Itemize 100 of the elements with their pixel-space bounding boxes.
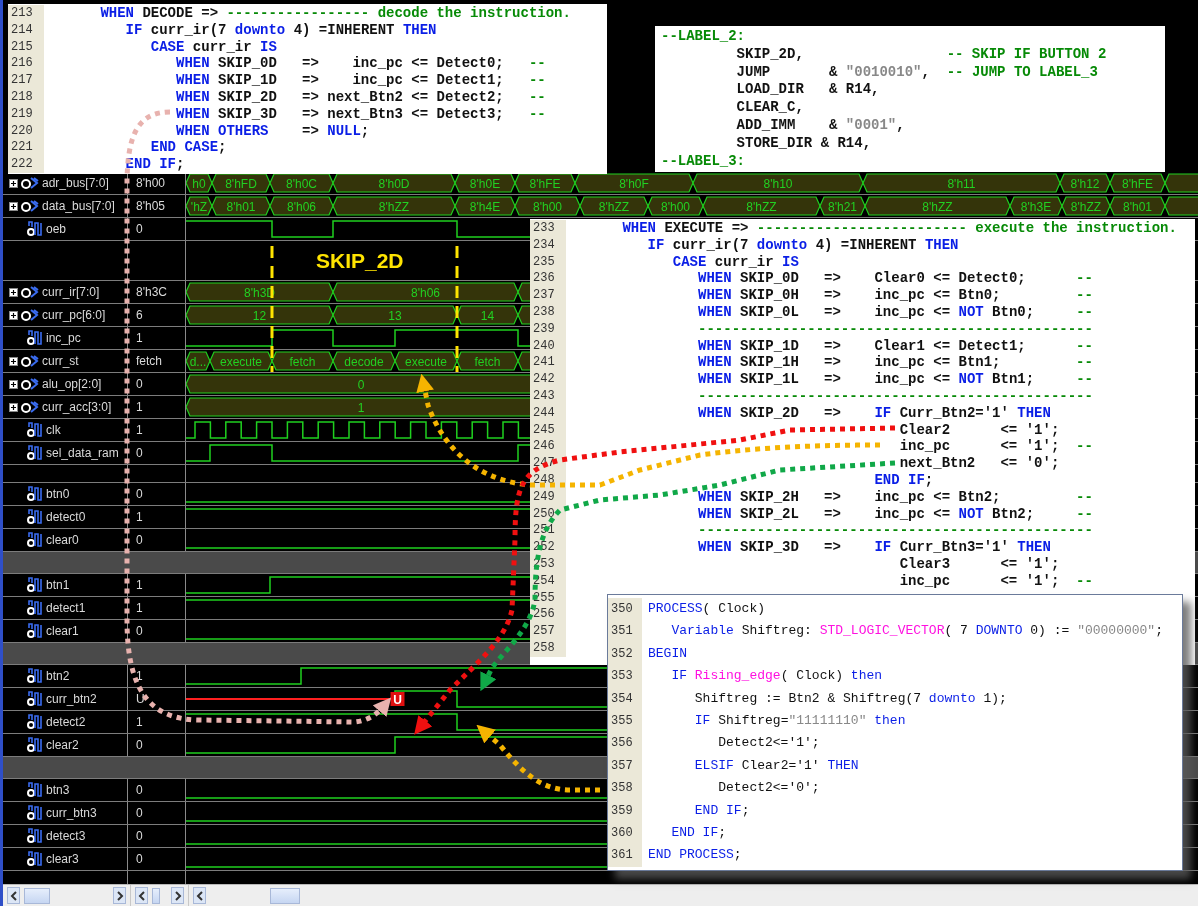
code-line: PROCESS( Clock) bbox=[647, 600, 766, 618]
line-number: 221 bbox=[8, 139, 44, 157]
line-number: 350 bbox=[608, 598, 642, 621]
bus-value: 8'h21 bbox=[819, 196, 866, 216]
code-line: ----------------------------------------------- bbox=[697, 320, 1093, 338]
bus-signal-icon bbox=[21, 198, 39, 214]
chevron-left-icon bbox=[195, 890, 204, 901]
signal-name: alu_op[2:0] bbox=[42, 377, 102, 391]
bus-value: 8'h0E bbox=[454, 173, 516, 193]
scroll-left-button[interactable] bbox=[135, 887, 148, 904]
bus-value: 1 bbox=[186, 397, 530, 417]
code-line: LOAD_DIR & R14, bbox=[735, 81, 880, 100]
signal-name: clk bbox=[46, 423, 61, 437]
bus-value: 8'h00 bbox=[514, 196, 581, 216]
line-number: 359 bbox=[608, 799, 642, 823]
signal-value: 1 bbox=[136, 601, 143, 615]
code-line: inc_pc <= '1'; -- bbox=[898, 572, 1093, 590]
scroll-left-button[interactable] bbox=[193, 887, 206, 904]
code-line: WHEN SKIP_0L => inc_pc <= NOT Btn0; -- bbox=[697, 304, 1093, 321]
code-line: ADD_IMM & "0001", bbox=[735, 117, 905, 135]
code-line: END CASE; bbox=[149, 139, 227, 157]
signal-name: data_bus[7:0] bbox=[42, 199, 115, 213]
signal-icon bbox=[27, 532, 43, 548]
code-line: Detect2<='0'; bbox=[717, 779, 820, 798]
bus-signal-icon bbox=[21, 307, 39, 323]
bus-value: d... bbox=[186, 351, 211, 371]
bus-signal-icon bbox=[21, 175, 39, 191]
signal-value: 0 bbox=[136, 806, 143, 820]
expand-icon[interactable] bbox=[9, 356, 18, 366]
code-line: Clear2 <= '1'; bbox=[898, 421, 1060, 439]
signal-name: detect0 bbox=[46, 510, 86, 524]
signal-icon bbox=[27, 668, 43, 684]
code-line: WHEN SKIP_2H => inc_pc <= Btn2; -- bbox=[697, 488, 1093, 506]
bus-value: 8'h4E bbox=[454, 196, 516, 216]
signal-icon bbox=[27, 714, 43, 730]
signal-name: btn1 bbox=[46, 578, 70, 592]
code-line: WHEN SKIP_3D => IF Curr_Btn3='1' THEN bbox=[697, 539, 1051, 556]
signal-value: 0 bbox=[136, 377, 143, 391]
signal-name: curr_btn2 bbox=[46, 692, 97, 706]
signal-value: 8'h05 bbox=[136, 199, 165, 213]
code-line: WHEN SKIP_0D => inc_pc <= Detect0; -- bbox=[175, 55, 546, 73]
bus-value: decode bbox=[332, 351, 396, 371]
scroll-thumb[interactable] bbox=[152, 887, 160, 904]
signal-value: 0 bbox=[136, 783, 143, 797]
code-line: END PROCESS; bbox=[647, 846, 742, 865]
signal-icon bbox=[27, 782, 43, 798]
signal-name: inc_pc bbox=[46, 331, 81, 345]
annotation-label: SKIP_2D bbox=[316, 248, 404, 273]
code-line: WHEN SKIP_0H => inc_pc <= Btn0; -- bbox=[697, 287, 1093, 304]
signal-name: clear2 bbox=[46, 738, 79, 752]
signal-icon bbox=[27, 509, 43, 525]
scroll-thumb[interactable] bbox=[270, 887, 300, 904]
signal-value: 1 bbox=[136, 578, 143, 592]
signal-icon bbox=[27, 486, 43, 502]
expand-icon[interactable] bbox=[9, 178, 18, 188]
code-line: IF curr_ir(7 downto 4) =INHERENT THEN bbox=[124, 21, 437, 39]
expand-icon[interactable] bbox=[9, 379, 18, 389]
undefined-marker: U bbox=[390, 692, 405, 707]
line-number: 216 bbox=[8, 55, 44, 73]
bus-value: 8'h00 bbox=[647, 196, 704, 216]
scroll-thumb[interactable] bbox=[24, 887, 50, 904]
scroll-left-button[interactable] bbox=[7, 887, 20, 904]
scroll-right-button[interactable] bbox=[171, 887, 184, 904]
expand-icon[interactable] bbox=[9, 201, 18, 211]
line-number: 361 bbox=[608, 844, 642, 867]
signal-name: curr_ir[7:0] bbox=[42, 285, 100, 299]
code-line: IF Shiftreg="11111110" then bbox=[693, 712, 906, 731]
bus-value: 'hZ bbox=[186, 196, 213, 216]
signal-icon bbox=[27, 623, 43, 639]
bus-signal-icon bbox=[21, 399, 39, 415]
expand-icon[interactable] bbox=[9, 287, 18, 297]
bus-signal-icon bbox=[21, 376, 39, 392]
signal-icon bbox=[27, 851, 43, 867]
signal-name: detect2 bbox=[46, 715, 86, 729]
signal-icon bbox=[27, 330, 43, 346]
signal-icon bbox=[27, 691, 43, 707]
bus-value: 8'h06 bbox=[269, 196, 334, 216]
signal-value: 0 bbox=[136, 222, 143, 236]
bus-value: fetch bbox=[271, 351, 334, 371]
signal-icon bbox=[27, 828, 43, 844]
code-line: CASE curr_ir IS bbox=[671, 253, 799, 271]
bus-value: 8'h3E bbox=[1009, 196, 1063, 216]
signal-name: clear3 bbox=[46, 852, 79, 866]
line-number: 233 bbox=[530, 220, 566, 237]
signal-value: 1 bbox=[136, 715, 143, 729]
scroll-right-button[interactable] bbox=[113, 887, 126, 904]
signal-icon bbox=[27, 600, 43, 616]
bus-signal-icon bbox=[21, 353, 39, 369]
signal-icon bbox=[27, 577, 43, 593]
code-line: ELSIF Clear2='1' THEN bbox=[693, 756, 859, 775]
code-line: CASE curr_ir IS bbox=[149, 38, 277, 56]
expand-icon[interactable] bbox=[9, 402, 18, 412]
signal-icon bbox=[27, 445, 43, 461]
line-number: 237 bbox=[530, 287, 566, 304]
bus-value: 8'h0F bbox=[574, 173, 694, 193]
code-line: IF Rising_edge( Clock) then bbox=[670, 667, 883, 686]
expand-icon[interactable] bbox=[9, 310, 18, 320]
signal-value: U bbox=[136, 692, 145, 706]
code-line: END IF; bbox=[873, 471, 934, 489]
signal-value: 0 bbox=[136, 852, 143, 866]
